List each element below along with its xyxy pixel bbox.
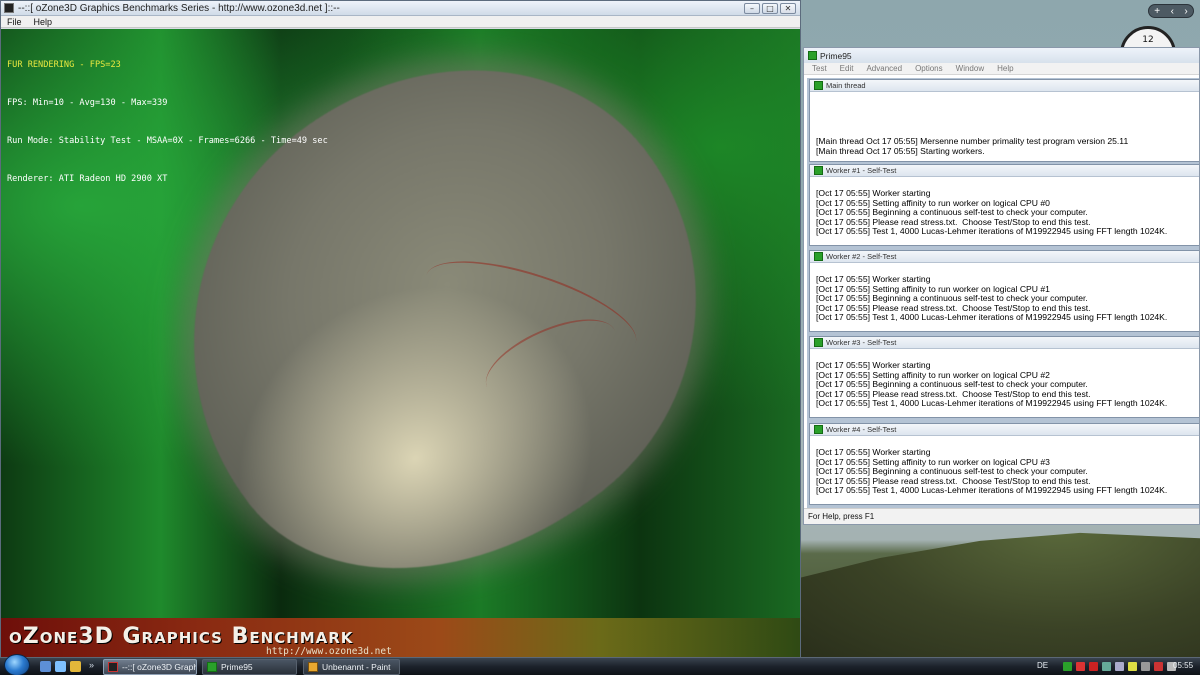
taskbar-clock[interactable]: 05:55 [1173,661,1193,670]
menu-help[interactable]: Help [989,64,1018,73]
volume-tray-icon[interactable] [1115,662,1124,671]
network-tray-icon[interactable] [1102,662,1111,671]
language-indicator[interactable]: DE [1037,661,1048,670]
device-tray-icon[interactable] [1141,662,1150,671]
main-thread-window[interactable]: Main thread [Main thread Oct 17 05:55] M… [809,79,1199,162]
gadget-next-icon[interactable]: › [1184,6,1187,17]
media-player-icon[interactable] [70,661,81,672]
thread-title: Worker #1 - Self-Test [826,166,897,175]
prime95-tray-icon[interactable] [1063,662,1072,671]
prime95-thread-icon [814,81,823,90]
thread-title: Main thread [826,81,866,90]
hud-fps-stats: FPS: Min=10 - Avg=130 - Max=339 [7,97,168,108]
taskbar-button-prime95[interactable]: Prime95 [202,659,297,675]
thread-log: [Oct 17 05:55] Worker starting [Oct 17 0… [816,188,1168,237]
thread-log: [Oct 17 05:55] Worker starting [Oct 17 0… [816,360,1168,409]
thread-titlebar[interactable]: Worker #4 - Self-Test [810,424,1199,436]
ozone3d-window-icon[interactable] [4,3,14,13]
prime95-app-icon [207,662,217,672]
thread-titlebar[interactable]: Main thread [810,80,1199,92]
maximize-button[interactable]: □ [762,2,778,14]
ozone3d-titlebar[interactable]: --::[ oZone3D Graphics Benchmarks Series… [1,1,800,16]
prime95-mdi-area: Main thread [Main thread Oct 17 05:55] M… [807,78,1199,508]
desktop-wallpaper-hill [800,532,1200,657]
menu-options[interactable]: Options [907,64,948,73]
taskbar: » --::[ oZone3D Graph... Prime95 Unbenan… [0,654,1200,675]
update-tray-icon[interactable] [1128,662,1137,671]
menu-edit[interactable]: Edit [832,64,859,73]
prime95-app-icon[interactable] [808,51,817,60]
thread-log: [Main thread Oct 17 05:55] Mersenne numb… [816,136,1129,156]
prime95-thread-icon [814,338,823,347]
prime95-thread-icon [814,252,823,261]
switch-windows-icon[interactable] [55,661,66,672]
hud-run-mode: Run Mode: Stability Test - MSAA=0X - Fra… [7,135,328,146]
ati-tray-icon[interactable] [1089,662,1098,671]
thread-titlebar[interactable]: Worker #2 - Self-Test [810,251,1199,263]
prime95-window-title: Prime95 [820,50,852,61]
thread-titlebar[interactable]: Worker #1 - Self-Test [810,165,1199,177]
start-button[interactable] [4,654,30,675]
menu-window[interactable]: Window [948,64,989,73]
taskbar-button-label: --::[ oZone3D Graph... [122,662,197,672]
prime95-window: Prime95 Test Edit Advanced Options Windo… [803,47,1200,525]
worker-4-window[interactable]: Worker #4 - Self-Test [Oct 17 05:55] Wor… [809,423,1199,505]
minimize-button[interactable]: – [744,2,760,14]
quicklaunch-expand-icon[interactable]: » [89,660,94,670]
gadget-prev-icon[interactable]: ‹ [1171,6,1174,17]
menu-test[interactable]: Test [804,64,832,73]
worker-1-window[interactable]: Worker #1 - Self-Test [Oct 17 05:55] Wor… [809,164,1199,246]
taskbar-button-paint[interactable]: Unbenannt - Paint [303,659,400,675]
thread-title: Worker #4 - Self-Test [826,425,897,434]
security-tray-icon[interactable] [1076,662,1085,671]
fur-render-viewport[interactable]: FUR RENDERING - FPS=23 FPS: Min=10 - Avg… [1,29,800,618]
worker-3-window[interactable]: Worker #3 - Self-Test [Oct 17 05:55] Wor… [809,336,1199,418]
prime95-status-bar: For Help, press F1 [804,508,1199,524]
thread-title: Worker #2 - Self-Test [826,252,897,261]
thread-log: [Oct 17 05:55] Worker starting [Oct 17 0… [816,447,1168,496]
system-tray [1063,660,1176,673]
prime95-thread-icon [814,166,823,175]
prime95-thread-icon [814,425,823,434]
benchmark-hud: FUR RENDERING - FPS=23 FPS: Min=10 - Avg… [7,34,328,210]
clock-gadget-numeral: 12 [1142,35,1154,45]
thread-log: [Oct 17 05:55] Worker starting [Oct 17 0… [816,274,1168,323]
hud-renderer: Renderer: ATI Radeon HD 2900 XT [7,173,168,184]
ozone3d-menubar: File Help [1,16,800,28]
ozone3d-banner: oZone3D Graphics Benchmark http://www.oz… [1,618,800,657]
menu-file[interactable]: File [1,17,28,27]
paint-app-icon [308,662,318,672]
taskbar-button-ozone3d[interactable]: --::[ oZone3D Graph... [103,659,197,675]
ozone3d-window-title: --::[ oZone3D Graphics Benchmarks Series… [18,2,340,14]
add-gadget-icon[interactable]: + [1154,6,1160,17]
ozone3d-app-icon [108,662,118,672]
hud-fps-title: FUR RENDERING - FPS=23 [7,60,121,71]
thread-titlebar[interactable]: Worker #3 - Self-Test [810,337,1199,349]
ozone3d-window: --::[ oZone3D Graphics Benchmarks Series… [0,0,801,657]
show-desktop-icon[interactable] [40,661,51,672]
taskbar-button-label: Prime95 [221,662,253,672]
menu-help[interactable]: Help [28,17,59,27]
thread-title: Worker #3 - Self-Test [826,338,897,347]
sidebar-gadget-controls[interactable]: + ‹ › [1148,4,1194,18]
taskbar-button-label: Unbenannt - Paint [322,662,391,672]
menu-advanced[interactable]: Advanced [858,64,907,73]
alert-tray-icon[interactable] [1154,662,1163,671]
prime95-menubar: Test Edit Advanced Options Window Help [804,63,1199,75]
worker-2-window[interactable]: Worker #2 - Self-Test [Oct 17 05:55] Wor… [809,250,1199,332]
prime95-titlebar[interactable]: Prime95 [804,48,1199,63]
banner-url: http://www.ozone3d.net [266,646,392,657]
close-button[interactable]: ✕ [780,2,796,14]
